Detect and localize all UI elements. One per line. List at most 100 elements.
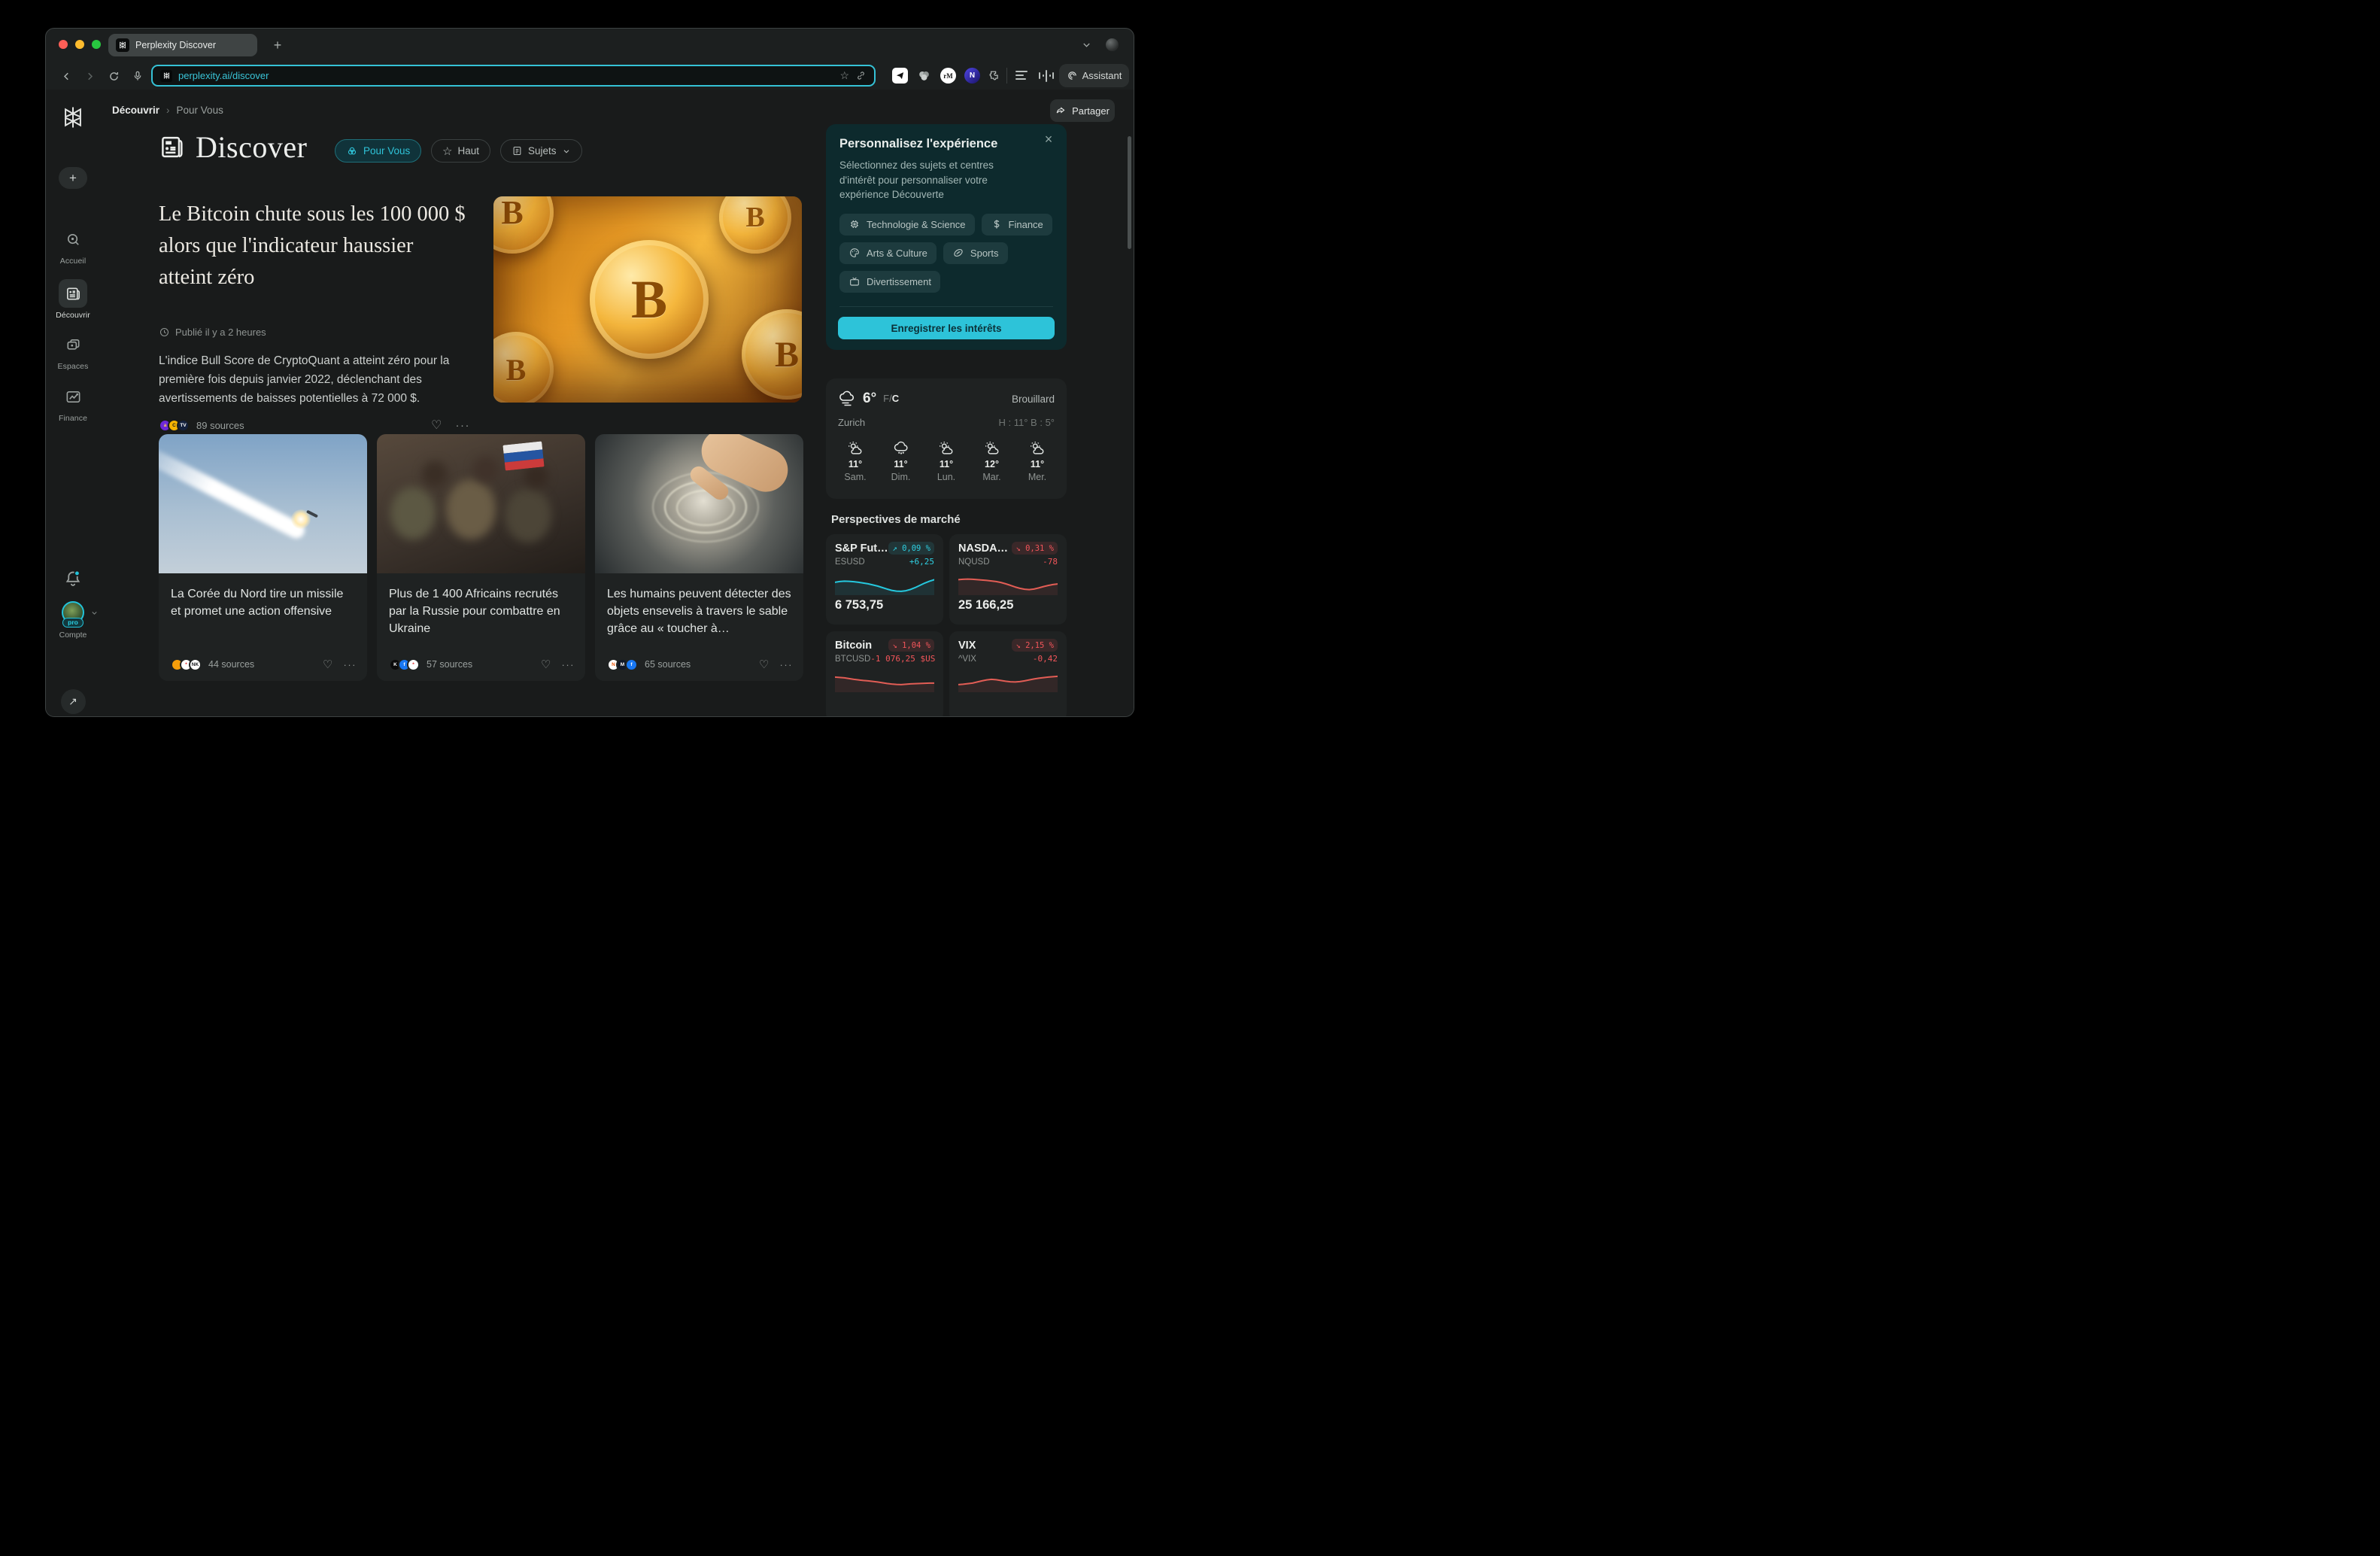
tab-title: Perplexity Discover bbox=[135, 40, 216, 50]
quote-card-sp[interactable]: S&P Fut… ↗ 0,09 % ESUSD +6,25 6 753,75 bbox=[826, 534, 943, 625]
page-title: Discover bbox=[196, 129, 307, 165]
weather-widget[interactable]: 6° F/C Brouillard Zurich H : 11° B : 5° … bbox=[826, 378, 1067, 499]
perplexity-favicon bbox=[116, 38, 129, 52]
card-sources-count[interactable]: 44 sources bbox=[208, 659, 254, 670]
upgrade-button[interactable]: ↗ Mettre à ni… bbox=[46, 689, 100, 717]
unit-toggle[interactable]: F/C bbox=[883, 392, 899, 406]
toolbar-divider bbox=[1006, 68, 1007, 84]
forward-button[interactable] bbox=[82, 68, 97, 84]
article-card-2[interactable]: Plus de 1 400 Africains recrutés par la … bbox=[377, 434, 585, 681]
sidebar-item-home[interactable]: Accueil bbox=[46, 225, 100, 266]
more-options-icon[interactable]: ··· bbox=[562, 659, 575, 670]
sun-cloud-icon bbox=[938, 440, 955, 457]
newspaper-icon bbox=[59, 279, 87, 308]
spaces-icon bbox=[59, 330, 87, 359]
url-bar[interactable]: perplexity.ai/discover ☆ bbox=[151, 65, 876, 87]
chip-divertissement[interactable]: Divertissement bbox=[839, 271, 940, 293]
breadcrumb-root[interactable]: Découvrir bbox=[112, 105, 159, 116]
back-button[interactable] bbox=[59, 68, 74, 84]
chip-finance[interactable]: Finance bbox=[982, 214, 1052, 236]
weather-condition: Brouillard bbox=[1012, 394, 1055, 405]
cpu-icon bbox=[848, 218, 861, 230]
reading-list-icon[interactable] bbox=[1015, 71, 1028, 83]
sidebar-item-spaces[interactable]: Espaces bbox=[46, 330, 100, 371]
url-text: perplexity.ai/discover bbox=[178, 70, 833, 81]
extension-send-icon[interactable] bbox=[892, 68, 908, 84]
like-heart-icon[interactable]: ♡ bbox=[323, 658, 332, 671]
more-options-icon[interactable]: ··· bbox=[456, 419, 471, 432]
tab-top[interactable]: ☆ Haut bbox=[431, 139, 490, 163]
personalize-card: × Personnalisez l'expérience Sélectionne… bbox=[826, 124, 1067, 350]
sun-cloud-icon bbox=[984, 440, 1000, 457]
minimize-window-button[interactable] bbox=[75, 40, 84, 49]
extension-n-icon[interactable]: N bbox=[964, 68, 980, 84]
extensions-puzzle-icon[interactable] bbox=[986, 68, 1002, 84]
pct-badge: ↗ 0,09 % bbox=[888, 542, 934, 555]
card-image-group bbox=[377, 434, 585, 573]
discover-newspaper-icon bbox=[159, 133, 187, 161]
like-heart-icon[interactable]: ♡ bbox=[541, 658, 551, 671]
sparkline-chart bbox=[835, 668, 934, 692]
tab-for-you[interactable]: Pour Vous bbox=[335, 139, 421, 163]
article-card-3[interactable]: Les humains peuvent détecter des objets … bbox=[595, 434, 803, 681]
extension-rm-icon[interactable]: rM bbox=[940, 68, 956, 84]
quote-card-vix[interactable]: VIX ↘ 2,15 % ^VIX -0,42 bbox=[949, 631, 1067, 717]
new-thread-button[interactable]: + bbox=[59, 167, 87, 189]
more-options-icon[interactable]: ··· bbox=[344, 659, 357, 670]
chip-arts-culture[interactable]: Arts & Culture bbox=[839, 242, 937, 264]
like-heart-icon[interactable]: ♡ bbox=[759, 658, 769, 671]
reload-button[interactable] bbox=[106, 68, 121, 84]
zoom-window-button[interactable] bbox=[92, 40, 101, 49]
hero-sources-count[interactable]: 89 sources bbox=[196, 420, 244, 431]
sparkline-chart bbox=[958, 571, 1058, 595]
browser-tab[interactable]: Perplexity Discover bbox=[108, 34, 257, 56]
sidebar-item-finance[interactable]: Finance bbox=[46, 382, 100, 423]
save-interests-button[interactable]: Enregistrer les intérêts bbox=[838, 317, 1055, 339]
hero-source-favicons: a C TV bbox=[159, 419, 190, 432]
bookmark-star-icon[interactable]: ☆ bbox=[839, 69, 849, 82]
more-options-icon[interactable]: ··· bbox=[780, 659, 794, 670]
rugby-ball-icon bbox=[952, 247, 964, 259]
card-sources-count[interactable]: 65 sources bbox=[645, 659, 691, 670]
close-icon[interactable]: × bbox=[1040, 131, 1057, 147]
hero-article-title[interactable]: Le Bitcoin chute sous les 100 000 $ alor… bbox=[159, 199, 470, 293]
chip-technologie-science[interactable]: Technologie & Science bbox=[839, 214, 975, 236]
share-button[interactable]: Partager bbox=[1050, 99, 1115, 122]
tab-topics[interactable]: Sujets bbox=[500, 139, 582, 163]
weather-high-low: H : 11° B : 5° bbox=[999, 417, 1055, 428]
tv-icon bbox=[848, 275, 861, 287]
breadcrumb-separator: › bbox=[166, 105, 170, 116]
close-window-button[interactable] bbox=[59, 40, 68, 49]
sparkline-chart bbox=[958, 668, 1058, 692]
card-sources-row: * NK 44 sources ♡ ··· bbox=[171, 658, 357, 671]
microphone-icon[interactable] bbox=[130, 68, 145, 84]
fog-cloud-icon bbox=[838, 390, 856, 408]
scrollbar-thumb[interactable] bbox=[1128, 136, 1131, 249]
browser-profile-avatar[interactable] bbox=[1106, 38, 1119, 51]
voice-waveform-icon[interactable] bbox=[1039, 68, 1054, 83]
new-tab-button[interactable]: + bbox=[269, 36, 287, 54]
pct-badge: ↘ 2,15 % bbox=[1012, 639, 1058, 652]
tab-list-chevron-icon[interactable] bbox=[1081, 39, 1092, 50]
sidebar-item-discover[interactable]: Découvrir bbox=[46, 279, 100, 320]
page-content: + Accueil Découvrir Espaces Finance bbox=[46, 90, 1134, 717]
notifications-bell-icon[interactable] bbox=[46, 569, 100, 588]
quote-card-bitcoin[interactable]: Bitcoin ↘ 1,04 % BTCUSD -1 076,25 $US bbox=[826, 631, 943, 717]
url-site-favicon bbox=[160, 70, 172, 82]
article-card-1[interactable]: La Corée du Nord tire un missile et prom… bbox=[159, 434, 367, 681]
like-heart-icon[interactable]: ♡ bbox=[431, 418, 442, 433]
copy-link-icon[interactable] bbox=[855, 70, 867, 81]
forecast-day: 11°Sam. bbox=[838, 440, 873, 482]
breadcrumb-current: Pour Vous bbox=[177, 105, 223, 116]
account-button[interactable]: pro Compte bbox=[46, 601, 100, 640]
card-image-sand-touch bbox=[595, 434, 803, 573]
hero-image-bitcoin[interactable]: B B B B B bbox=[493, 196, 802, 403]
perplexity-logo[interactable] bbox=[46, 105, 100, 130]
card-sources-count[interactable]: 57 sources bbox=[427, 659, 472, 670]
quote-card-nasdaq[interactable]: NASDA… ↘ 0,31 % NQUSD -78 25 166,25 bbox=[949, 534, 1067, 625]
assistant-button[interactable]: Assistant bbox=[1059, 64, 1129, 87]
extension-cloud-icon[interactable] bbox=[916, 68, 932, 84]
chip-sports[interactable]: Sports bbox=[943, 242, 1008, 264]
card-title: La Corée du Nord tire un missile et prom… bbox=[171, 585, 355, 620]
sun-cloud-icon bbox=[847, 440, 864, 457]
